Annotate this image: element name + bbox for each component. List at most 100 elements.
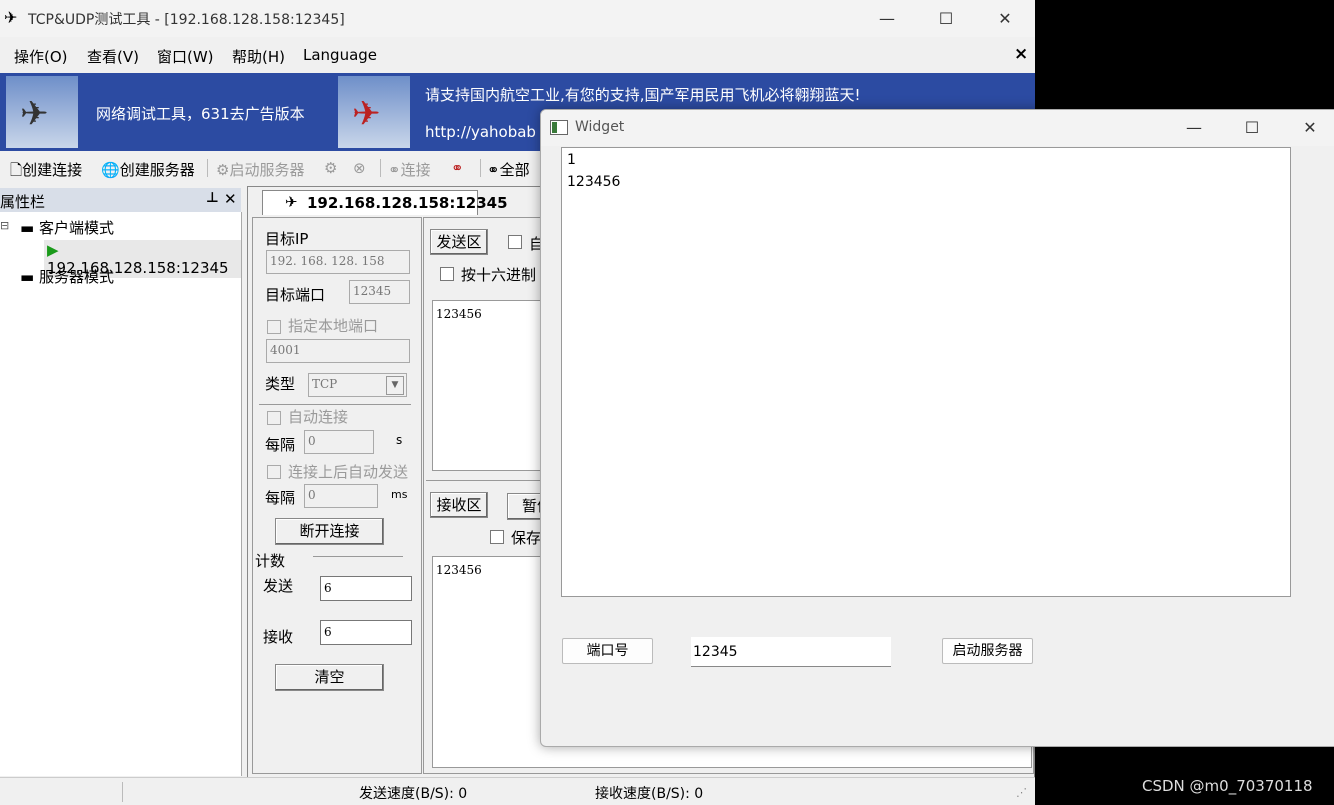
auto-send-checkbox[interactable] <box>267 465 281 479</box>
menu-close-icon[interactable]: × <box>1014 44 1028 64</box>
cancel-icon[interactable]: ⊗ <box>353 159 366 177</box>
widget-minimize-button[interactable]: — <box>1171 110 1217 146</box>
computer-icon: ▬ <box>20 268 35 286</box>
save-checkbox[interactable] <box>490 530 504 544</box>
airliner-image: ✈ <box>338 76 410 148</box>
interval-label: 每隔 <box>265 436 296 454</box>
document-icon: 🗋 <box>10 161 23 179</box>
banner-left-text: 网络调试工具，631去广告版本 <box>96 105 305 123</box>
local-port-field[interactable]: 4001 <box>266 339 410 363</box>
recv-area-button[interactable]: 接收区 <box>430 492 488 518</box>
target-ip-label: 目标IP <box>265 230 309 248</box>
local-port-label: 指定本地端口 <box>288 317 379 335</box>
create-connection-button[interactable]: 🗋创建连接 <box>10 159 82 185</box>
status-bar: 发送速度(B/S): 0 接收速度(B/S): 0 ⋰ <box>0 777 1035 805</box>
pin-icon[interactable]: ⊥ <box>206 190 219 206</box>
minimize-button[interactable]: — <box>864 0 910 37</box>
server-mode-label: 服务器模式 <box>38 268 114 286</box>
connect-icon: ⚭ <box>388 161 401 179</box>
tree-collapse-icon[interactable]: ⊟ <box>0 219 9 232</box>
window-title: TCP&UDP测试工具 - [192.168.128.158:12345] <box>28 12 345 28</box>
stop-server-icon[interactable]: ⚙ <box>324 159 337 177</box>
recv-count-label: 接收 <box>263 628 294 646</box>
hex-send-checkbox[interactable] <box>440 267 454 281</box>
properties-panel-title: 属性栏 <box>0 193 46 211</box>
target-ip-field[interactable]: 192. 168. 128. 158 <box>266 250 410 274</box>
maximize-button[interactable]: ☐ <box>923 0 969 37</box>
auto-send-interval-field[interactable]: 0 <box>304 484 378 508</box>
divider <box>259 404 411 405</box>
menu-view[interactable]: 查看(V) <box>87 46 139 67</box>
play-icon: ▶ <box>47 241 59 259</box>
target-port-field[interactable]: 12345 <box>349 280 410 304</box>
auto-connect-interval-field[interactable]: 0 <box>304 430 374 454</box>
toolbar-separator <box>480 159 481 177</box>
menu-help[interactable]: 帮助(H) <box>232 46 285 67</box>
auto-send-area-checkbox[interactable] <box>508 235 522 249</box>
banner-right-text: 请支持国内航空工业,有您的支持,国产军用民用飞机必将翱翔蓝天! <box>425 86 861 104</box>
connect-label: 连接 <box>400 161 431 179</box>
close-button[interactable]: ✕ <box>982 0 1028 37</box>
send-count-field[interactable]: 6 <box>320 576 412 601</box>
tree-item-server-mode[interactable]: ▬ 服务器模式 <box>20 266 114 287</box>
menu-window[interactable]: 窗口(W) <box>157 46 214 67</box>
local-port-checkbox[interactable] <box>267 320 281 334</box>
chevron-down-icon[interactable]: ▼ <box>386 376 404 395</box>
port-input[interactable]: 12345 <box>691 637 891 667</box>
resize-grip-icon[interactable]: ⋰ <box>1016 786 1027 799</box>
title-bar: ✈ TCP&UDP测试工具 - [192.168.128.158:12345] … <box>0 0 1035 37</box>
computer-icon: ▬ <box>20 219 35 237</box>
recv-speed: 接收速度(B/S): 0 <box>595 786 704 802</box>
menu-language[interactable]: Language <box>303 46 377 64</box>
disconnect-icon[interactable]: ⚭ <box>451 159 464 177</box>
connect-button[interactable]: ⚭连接 <box>388 159 431 180</box>
client-mode-label: 客户端模式 <box>38 219 114 237</box>
unit-ms: ms <box>391 488 408 501</box>
fighter-jet-image: ✈ <box>6 76 78 148</box>
create-server-button[interactable]: 🌐创建服务器 <box>101 159 195 180</box>
disconnect-button[interactable]: 断开连接 <box>275 518 384 545</box>
divider <box>313 556 403 557</box>
all-label: 全部 <box>499 161 530 179</box>
banner-url[interactable]: http://yahobab <box>425 123 536 141</box>
tab-label: 192.168.128.158:12345 <box>307 194 508 212</box>
app-plane-icon: ✈ <box>4 8 18 27</box>
window-icon <box>550 120 568 135</box>
start-server-label: 启动服务器 <box>229 161 305 179</box>
hex-send-label: 按十六进制 <box>461 266 537 284</box>
tab-connection[interactable]: ✈ 192.168.128.158:12345 <box>262 190 508 215</box>
server-icon: ⚙ <box>216 161 230 179</box>
menu-operate[interactable]: 操作(O) <box>14 46 68 67</box>
type-value: TCP <box>312 377 338 391</box>
auto-send-label: 连接上后自动发送 <box>288 463 409 481</box>
panel-close-icon[interactable]: ✕ <box>224 190 237 208</box>
recv-count-field[interactable]: 6 <box>320 620 412 645</box>
widget-maximize-button[interactable]: ☐ <box>1229 110 1275 146</box>
send-area-button[interactable]: 发送区 <box>430 229 488 255</box>
count-label: 计数 <box>255 552 286 570</box>
auto-connect-checkbox[interactable] <box>267 411 281 425</box>
csdn-watermark: CSDN @m0_70370118 <box>1142 777 1313 795</box>
widget-title-bar: Widget — ☐ ✕ <box>541 110 1334 146</box>
widget-close-button[interactable]: ✕ <box>1287 110 1333 146</box>
all-button[interactable]: ⚭全部 <box>487 159 530 180</box>
widget-window: Widget — ☐ ✕ 1 123456 端口号 12345 启动服务器 <box>540 109 1334 747</box>
type-select[interactable]: TCP ▼ <box>308 373 407 397</box>
interval-label-2: 每隔 <box>265 489 296 507</box>
properties-tree: ⊟ ▬ 客户端模式 ▶ 192.168.128.158:12345 ▬ 服务器模… <box>0 212 242 776</box>
create-connection-label: 创建连接 <box>22 161 83 179</box>
display-line: 1 <box>567 152 576 168</box>
start-server-button[interactable]: 启动服务器 <box>942 638 1033 664</box>
received-text-display[interactable]: 1 123456 <box>561 147 1291 597</box>
save-label: 保存 <box>511 529 542 547</box>
start-server-button[interactable]: ⚙启动服务器 <box>216 159 304 180</box>
display-line: 123456 <box>567 174 621 190</box>
type-label: 类型 <box>265 375 296 393</box>
unit-seconds: s <box>396 433 403 447</box>
toolbar-separator <box>380 159 381 177</box>
create-server-label: 创建服务器 <box>119 161 195 179</box>
config-pane: 目标IP 192. 168. 128. 158 目标端口 12345 指定本地端… <box>252 217 422 774</box>
tree-item-client-mode[interactable]: ▬ 客户端模式 <box>20 217 114 238</box>
port-label-button[interactable]: 端口号 <box>562 638 653 664</box>
clear-button[interactable]: 清空 <box>275 664 384 691</box>
